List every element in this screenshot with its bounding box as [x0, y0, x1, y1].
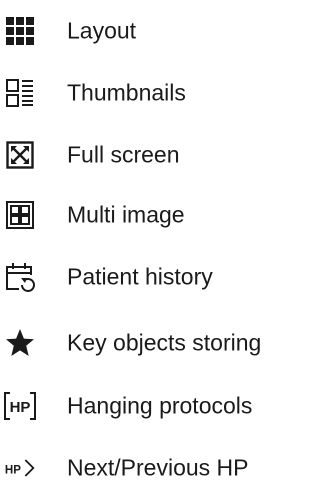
thumbnails-icon	[4, 77, 36, 109]
menu-item-patient-history[interactable]: Patient history	[0, 255, 302, 299]
menu-item-layout[interactable]: Layout	[0, 9, 302, 53]
menu-item-full-screen[interactable]: Full screen	[0, 133, 302, 177]
menu-item-next-previous-hp[interactable]: HP Next/Previous HP	[0, 446, 302, 490]
menu-item-hanging-protocols[interactable]: HP Hanging protocols	[0, 384, 302, 428]
hp-text: HP	[5, 464, 21, 476]
menu-item-label: Multi image	[67, 201, 185, 228]
menu-item-label: Key objects storing	[67, 329, 262, 356]
menu-item-label: Hanging protocols	[67, 392, 253, 419]
hp-text: HP	[10, 399, 31, 416]
next-previous-hp-icon: HP	[4, 452, 36, 484]
menu-item-label: Next/Previous HP	[67, 454, 249, 481]
grid-icon	[4, 15, 36, 47]
hanging-protocols-icon: HP	[4, 390, 36, 422]
menu-item-label: Layout	[67, 17, 137, 44]
patient-history-icon	[4, 261, 36, 293]
menu-item-label: Patient history	[67, 263, 213, 290]
menu-item-thumbnails[interactable]: Thumbnails	[0, 71, 302, 115]
multi-image-icon	[4, 199, 36, 231]
menu: Layout Thumbnails Full screen Multi imag…	[0, 0, 302, 494]
menu-item-label: Thumbnails	[67, 79, 186, 106]
menu-item-label: Full screen	[67, 141, 180, 168]
fullscreen-icon	[4, 139, 36, 171]
star-icon	[4, 327, 36, 359]
menu-item-multi-image[interactable]: Multi image	[0, 193, 302, 237]
menu-item-key-objects-storing[interactable]: Key objects storing	[0, 321, 302, 365]
